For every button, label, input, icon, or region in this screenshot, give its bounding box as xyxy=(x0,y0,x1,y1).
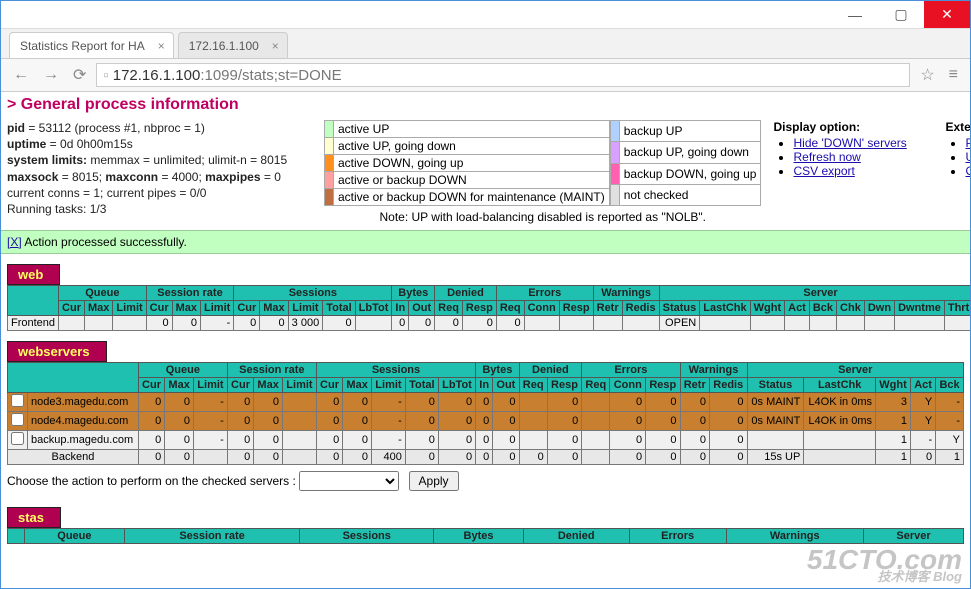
minimize-button[interactable]: — xyxy=(832,1,878,28)
url-input[interactable]: ▫ 172.16.1.100:1099/stats;st=DONE xyxy=(96,63,910,87)
manual-link[interactable]: Online manua xyxy=(965,164,970,178)
server-checkbox[interactable] xyxy=(11,413,24,426)
browser-tab-inactive[interactable]: 172.16.1.100 × xyxy=(178,32,288,58)
tab-title: Statistics Report for HA xyxy=(20,39,145,53)
star-icon[interactable]: ☆ xyxy=(916,65,938,85)
stats-table-stas: Queue Session rate Sessions Bytes Denied… xyxy=(7,528,964,544)
display-options: Display option: Hide 'DOWN' servers Refr… xyxy=(773,120,933,178)
close-button[interactable]: ✕ xyxy=(924,1,970,28)
action-message: [X] Action processed successfully. xyxy=(1,230,970,254)
csv-export-link[interactable]: CSV export xyxy=(793,164,854,178)
table-row: node4.magedu.com 00- 00 00-00 00 0 00 00… xyxy=(8,412,964,431)
tab-title: 172.16.1.100 xyxy=(189,39,259,53)
action-select[interactable] xyxy=(299,471,399,491)
reload-icon[interactable]: ⟳ xyxy=(69,65,90,85)
legend: active UP active UP, going down active D… xyxy=(324,120,761,224)
refresh-link[interactable]: Refresh now xyxy=(793,150,860,164)
forward-icon[interactable]: → xyxy=(39,66,63,84)
maximize-button[interactable]: ▢ xyxy=(878,1,924,28)
proxy-web-header: web xyxy=(7,264,60,285)
tab-close-icon[interactable]: × xyxy=(158,39,165,53)
page-icon: ▫ xyxy=(103,67,108,84)
server-checkbox[interactable] xyxy=(11,394,24,407)
process-info: pid = 53112 (process #1, nbproc = 1) upt… xyxy=(7,120,312,217)
table-row: backup.magedu.com 00- 00 00-00 00 0 00 0… xyxy=(8,431,964,450)
updates-link[interactable]: Updates (v1.4 xyxy=(965,150,970,164)
table-row: node3.magedu.com 00- 00 00-00 00 0 00 00… xyxy=(8,393,964,412)
primary-site-link[interactable]: Primary site xyxy=(965,136,970,150)
external-resources: External resources: Primary site Updates… xyxy=(945,120,970,178)
tab-close-icon[interactable]: × xyxy=(272,39,279,53)
browser-addressbar: ← → ⟳ ▫ 172.16.1.100:1099/stats;st=DONE … xyxy=(1,59,970,92)
stats-table-webservers: Queue Session rate Sessions Bytes Denied… xyxy=(7,362,964,465)
browser-tab-active[interactable]: Statistics Report for HA × xyxy=(9,32,174,58)
dismiss-message-link[interactable]: [X] xyxy=(7,235,22,249)
proxy-webservers-header: webservers xyxy=(7,341,107,362)
watermark: 51CTO.com 技术博客 Blog xyxy=(807,549,962,582)
server-checkbox[interactable] xyxy=(11,432,24,445)
browser-tabstrip: Statistics Report for HA × 172.16.1.100 … xyxy=(1,29,970,59)
stats-table-web: Queue Session rate Sessions Bytes Denied… xyxy=(7,285,970,331)
page-title: > General process information xyxy=(1,92,970,118)
page-content: > General process information pid = 5311… xyxy=(1,92,970,588)
apply-button[interactable]: Apply xyxy=(409,471,459,491)
back-icon[interactable]: ← xyxy=(9,66,33,84)
table-row: Frontend 00- 003 0000 00 00 0 OPEN xyxy=(8,316,971,331)
menu-icon[interactable]: ≡ xyxy=(945,66,962,84)
window-titlebar: — ▢ ✕ xyxy=(1,1,970,29)
proxy-stas-header: stas xyxy=(7,507,61,528)
hide-down-link[interactable]: Hide 'DOWN' servers xyxy=(793,136,906,150)
action-form: Choose the action to perform on the chec… xyxy=(1,465,970,497)
table-row: Backend 00 00 0040000 00 00 00 00 15s UP… xyxy=(8,450,964,465)
